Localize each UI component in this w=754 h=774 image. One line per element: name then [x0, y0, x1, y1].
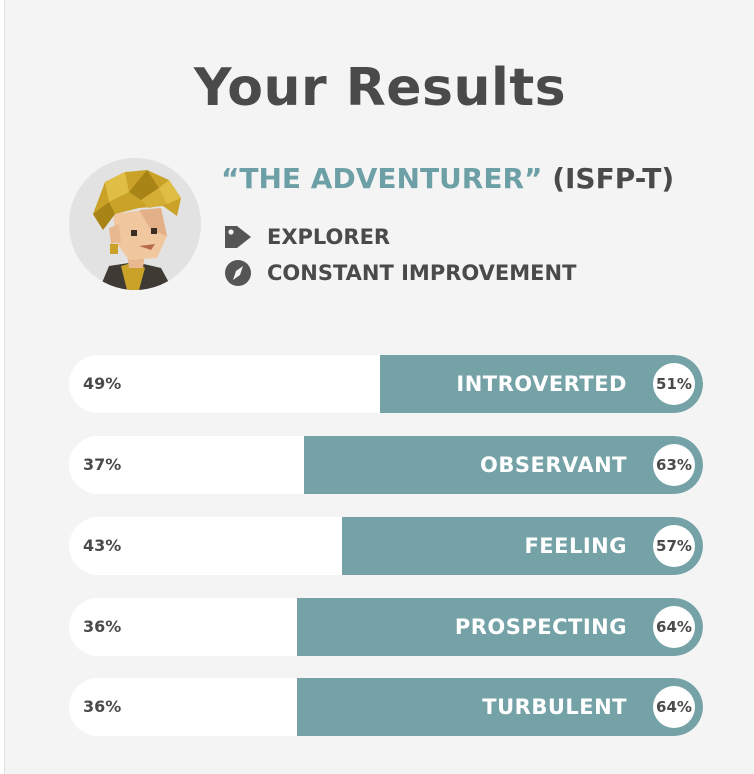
strategy-row: CONSTANT IMPROVEMENT: [223, 258, 576, 288]
trait-bar-observant: 37% OBSERVANT 63%: [69, 436, 703, 494]
trait-label: FEELING: [524, 534, 627, 558]
role-label: EXPLORER: [267, 225, 391, 249]
trait-right-percent: 64%: [653, 686, 695, 728]
trait-left-percent: 36%: [83, 697, 122, 716]
page-title: Your Results: [193, 58, 567, 118]
trait-label: OBSERVANT: [480, 453, 627, 477]
trait-right-percent: 63%: [653, 444, 695, 486]
strategy-label: CONSTANT IMPROVEMENT: [267, 261, 577, 285]
trait-left-percent: 43%: [83, 536, 122, 555]
trait-label: TURBULENT: [482, 695, 627, 719]
trait-right-percent: 51%: [653, 363, 695, 405]
trait-bar-prospecting: 36% PROSPECTING 64%: [69, 598, 703, 656]
trait-bar-turbulent: 36% TURBULENT 64%: [69, 678, 703, 736]
trait-label: PROSPECTING: [454, 615, 627, 639]
trait-bar-introverted: 49% INTROVERTED 51%: [69, 355, 703, 413]
trait-bar-fill: [341, 517, 703, 575]
avatar: [69, 158, 201, 290]
type-code: (ISFP-T): [552, 162, 675, 195]
tag-icon: [223, 222, 253, 252]
adventurer-avatar-image: [69, 158, 201, 290]
trait-left-percent: 49%: [83, 374, 122, 393]
compass-icon: [223, 258, 253, 288]
trait-label: INTROVERTED: [456, 372, 627, 396]
role-row: EXPLORER: [223, 222, 390, 252]
trait-right-percent: 64%: [653, 606, 695, 648]
trait-left-percent: 37%: [83, 455, 122, 474]
trait-bar-feeling: 43% FEELING 57%: [69, 517, 703, 575]
personality-type: “THE ADVENTURER” (ISFP-T): [221, 162, 674, 195]
trait-right-percent: 57%: [653, 525, 695, 567]
type-name: “THE ADVENTURER”: [221, 162, 543, 195]
results-panel: Your Results “THE ADVENTURER” (ISFP-T) E…: [4, 0, 754, 774]
trait-left-percent: 36%: [83, 617, 122, 636]
